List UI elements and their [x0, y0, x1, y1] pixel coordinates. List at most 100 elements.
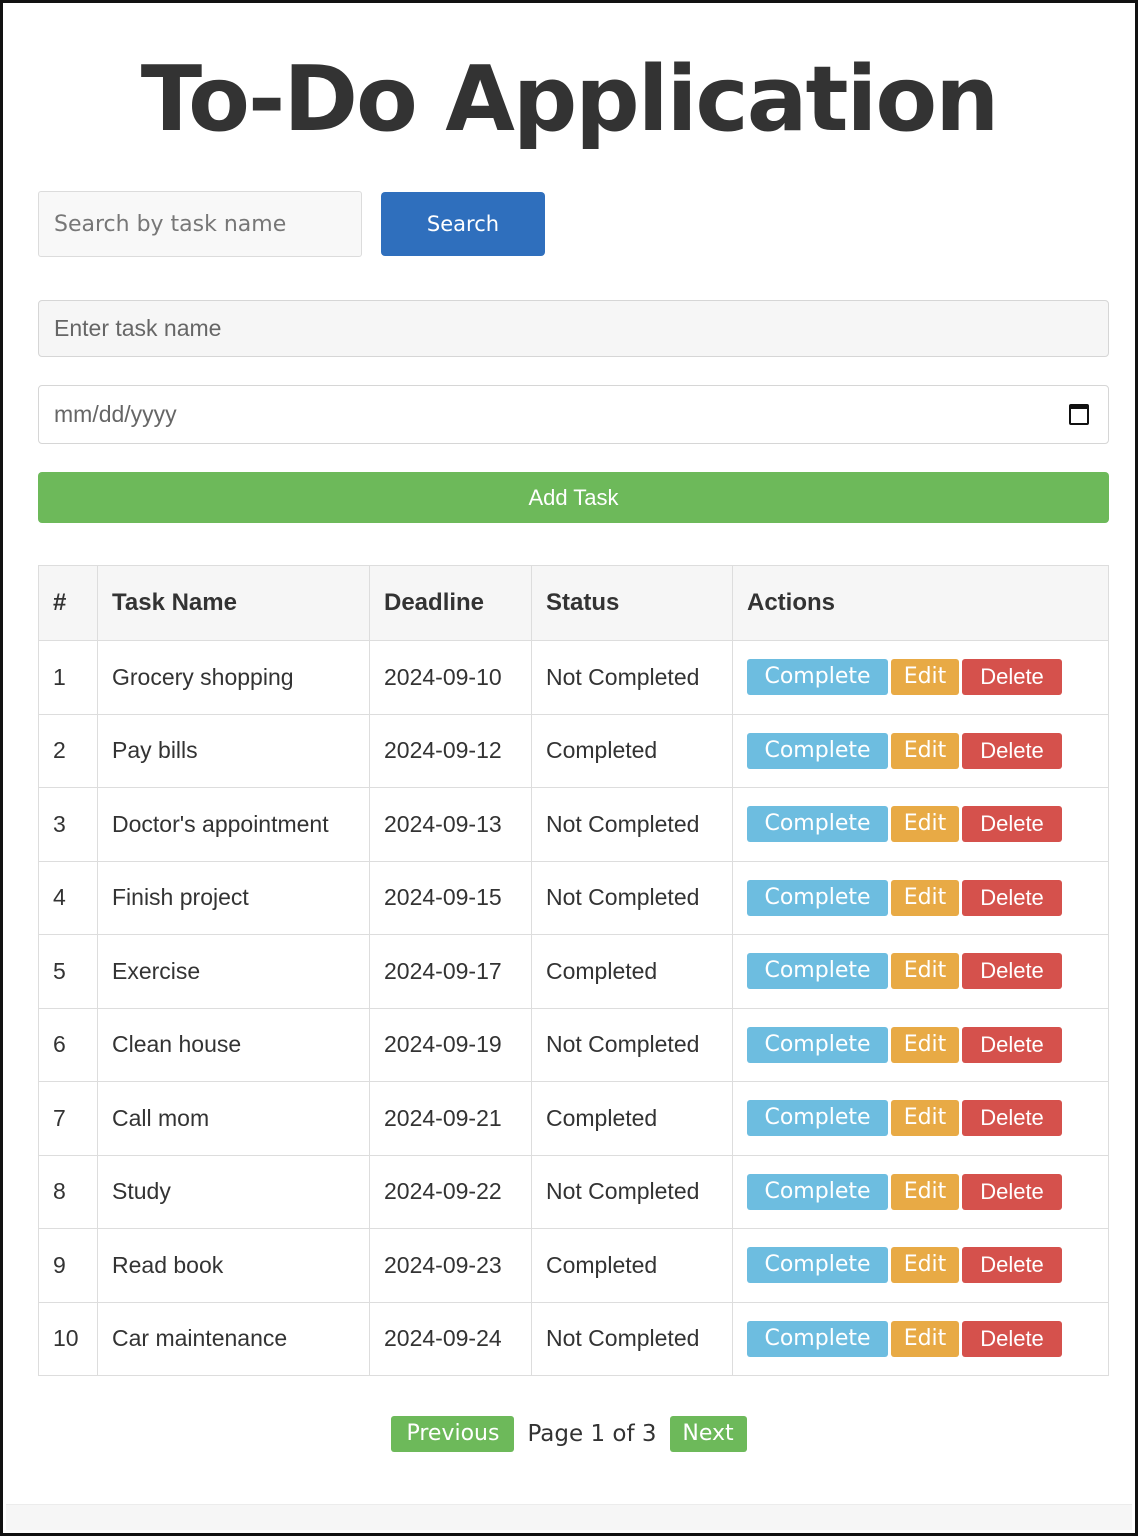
- delete-button[interactable]: Delete: [962, 1173, 1062, 1210]
- edit-button[interactable]: Edit: [891, 879, 959, 916]
- header-actions: Actions: [732, 565, 1109, 641]
- table-row: 6 Clean house 2024-09-19 Not Completed Compl…: [38, 1007, 1109, 1082]
- date-placeholder: mm/dd/yyyy: [54, 401, 177, 427]
- edit-button[interactable]: Edit: [891, 1100, 959, 1137]
- task-actions: Complete Edit Delete: [732, 1301, 1109, 1376]
- task-number: 8: [38, 1154, 98, 1229]
- complete-button[interactable]: Complete: [747, 1026, 888, 1063]
- task-number: 1: [38, 640, 98, 715]
- edit-button[interactable]: Edit: [891, 953, 959, 990]
- edit-button[interactable]: Edit: [891, 1173, 959, 1210]
- task-table-body: 1 Grocery shopping 2024-09-10 Not Completed…: [38, 640, 1109, 1376]
- task-deadline: 2024-09-17: [369, 934, 532, 1009]
- task-actions: Complete Edit Delete: [732, 1228, 1109, 1303]
- table-row: 8 Study 2024-09-22 Not Completed Complete Edi…: [38, 1154, 1109, 1229]
- page-title: To-Do Application: [140, 47, 1000, 152]
- complete-button[interactable]: Complete: [747, 953, 888, 990]
- task-status: Not Completed: [531, 640, 733, 715]
- task-deadline: 2024-09-24: [369, 1301, 532, 1376]
- task-deadline: 2024-09-23: [369, 1228, 532, 1303]
- delete-button[interactable]: Delete: [962, 659, 1062, 696]
- search-input[interactable]: [38, 191, 362, 257]
- edit-button[interactable]: Edit: [891, 659, 959, 696]
- task-actions: Complete Edit Delete: [732, 640, 1109, 715]
- task-name: Doctor's appointment: [97, 787, 370, 862]
- edit-button[interactable]: Edit: [891, 1247, 959, 1284]
- header-deadline: Deadline: [369, 565, 532, 641]
- footer-strip: [6, 1504, 1132, 1530]
- next-page-button[interactable]: Next: [669, 1416, 747, 1452]
- task-number: 6: [38, 1007, 98, 1082]
- task-name: Clean house: [97, 1007, 370, 1082]
- task-deadline: 2024-09-10: [369, 640, 532, 715]
- complete-button[interactable]: Complete: [747, 879, 888, 916]
- header-status: Status: [531, 565, 733, 641]
- task-name: Car maintenance: [97, 1301, 370, 1376]
- task-actions: Complete Edit Delete: [732, 1081, 1109, 1156]
- task-number: 5: [38, 934, 98, 1009]
- task-status: Completed: [531, 1228, 733, 1303]
- delete-button[interactable]: Delete: [962, 953, 1062, 990]
- delete-button[interactable]: Delete: [962, 1247, 1062, 1284]
- task-table: # Task Name Deadline Status Actions 1 Gro…: [38, 565, 1109, 1376]
- task-deadline: 2024-09-13: [369, 787, 532, 862]
- task-deadline: 2024-09-12: [369, 713, 532, 788]
- table-row: 4 Finish project 2024-09-15 Not Completed Co…: [38, 860, 1109, 935]
- task-number: 4: [38, 860, 98, 935]
- task-number: 2: [38, 713, 98, 788]
- edit-button[interactable]: Edit: [891, 732, 959, 769]
- page-indicator: Page 1 of 3: [527, 1421, 657, 1447]
- task-name: Read book: [97, 1228, 370, 1303]
- task-status: Not Completed: [531, 1301, 733, 1376]
- table-row: 5 Exercise 2024-09-17 Completed Complete Edit…: [38, 934, 1109, 1009]
- calendar-icon[interactable]: [1069, 404, 1089, 425]
- table-row: 2 Pay bills 2024-09-12 Completed Complete Edi…: [38, 713, 1109, 788]
- task-number: 9: [38, 1228, 98, 1303]
- task-number: 3: [38, 787, 98, 862]
- task-status: Not Completed: [531, 1007, 733, 1082]
- complete-button[interactable]: Complete: [747, 1247, 888, 1284]
- table-row: 7 Call mom 2024-09-21 Completed Complete Edit…: [38, 1081, 1109, 1156]
- task-actions: Complete Edit Delete: [732, 1007, 1109, 1082]
- task-deadline: 2024-09-15: [369, 860, 532, 935]
- complete-button[interactable]: Complete: [747, 1320, 888, 1357]
- table-row: 1 Grocery shopping 2024-09-10 Not Completed…: [38, 640, 1109, 715]
- task-status: Not Completed: [531, 1154, 733, 1229]
- complete-button[interactable]: Complete: [747, 1100, 888, 1137]
- task-status: Not Completed: [531, 787, 733, 862]
- task-name: Pay bills: [97, 713, 370, 788]
- edit-button[interactable]: Edit: [891, 1026, 959, 1063]
- delete-button[interactable]: Delete: [962, 1100, 1062, 1137]
- delete-button[interactable]: Delete: [962, 1026, 1062, 1063]
- header-task-name: Task Name: [97, 565, 370, 641]
- previous-page-button[interactable]: Previous: [391, 1416, 515, 1452]
- task-status: Completed: [531, 934, 733, 1009]
- search-button[interactable]: Search: [381, 192, 545, 256]
- complete-button[interactable]: Complete: [747, 732, 888, 769]
- delete-button[interactable]: Delete: [962, 806, 1062, 843]
- task-actions: Complete Edit Delete: [732, 1154, 1109, 1229]
- delete-button[interactable]: Delete: [962, 1320, 1062, 1357]
- task-name-input[interactable]: [38, 300, 1109, 357]
- complete-button[interactable]: Complete: [747, 1173, 888, 1210]
- table-row: 10 Car maintenance 2024-09-24 Not Completed…: [38, 1301, 1109, 1376]
- task-name: Exercise: [97, 934, 370, 1009]
- task-name: Finish project: [97, 860, 370, 935]
- app-window: To-Do Application Search mm/dd/yyyy Add …: [0, 0, 1138, 1536]
- table-row: 9 Read book 2024-09-23 Completed Complete Edi…: [38, 1228, 1109, 1303]
- deadline-date-input[interactable]: mm/dd/yyyy: [38, 385, 1109, 444]
- task-deadline: 2024-09-19: [369, 1007, 532, 1082]
- table-header-row: # Task Name Deadline Status Actions: [38, 565, 1109, 641]
- add-task-button[interactable]: Add Task: [38, 472, 1109, 523]
- task-deadline: 2024-09-21: [369, 1081, 532, 1156]
- complete-button[interactable]: Complete: [747, 806, 888, 843]
- task-name: Call mom: [97, 1081, 370, 1156]
- task-deadline: 2024-09-22: [369, 1154, 532, 1229]
- edit-button[interactable]: Edit: [891, 1320, 959, 1357]
- complete-button[interactable]: Complete: [747, 659, 888, 696]
- task-status: Completed: [531, 1081, 733, 1156]
- delete-button[interactable]: Delete: [962, 879, 1062, 916]
- edit-button[interactable]: Edit: [891, 806, 959, 843]
- task-name: Study: [97, 1154, 370, 1229]
- delete-button[interactable]: Delete: [962, 732, 1062, 769]
